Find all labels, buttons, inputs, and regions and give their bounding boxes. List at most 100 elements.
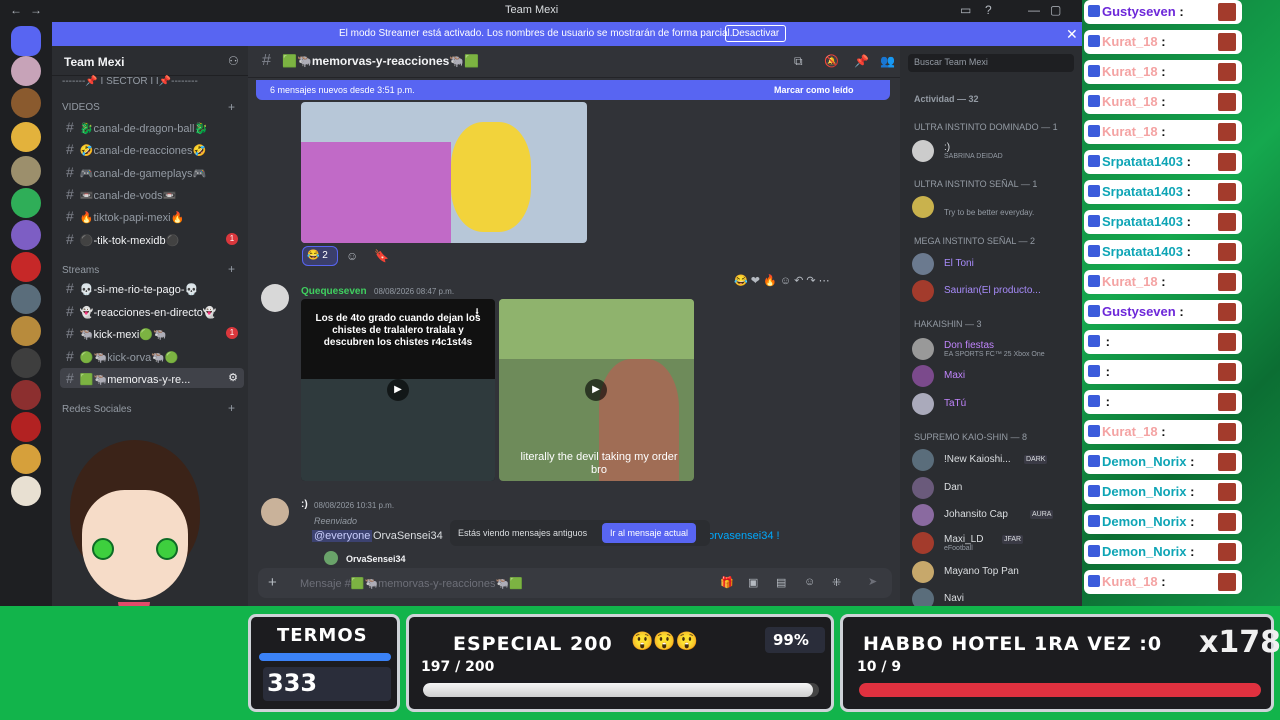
discord-home-icon[interactable]: [11, 26, 41, 56]
channel-vods[interactable]: # 📼canal-de-vods📼: [60, 184, 244, 204]
reply-icon[interactable]: ↶: [794, 275, 803, 287]
member-item[interactable]: !New Kaioshi... DARK: [912, 449, 1076, 471]
reaction-fire-icon[interactable]: 🔥: [763, 275, 777, 287]
stream-goals-bar: TERMOS 333 ESPECIAL 200 😲😲😲 99% 197 / 20…: [0, 606, 1280, 720]
member-item[interactable]: Navi: [912, 588, 1076, 606]
video-caption: Los de 4to grado cuando dejan los chiste…: [315, 313, 481, 348]
help-icon[interactable]: ?: [985, 3, 992, 17]
add-channel-icon[interactable]: +: [228, 401, 235, 415]
gift-icon[interactable]: 🎁: [720, 576, 734, 589]
channel-reacciones-directo[interactable]: # 👻-reacciones-en-directo👻: [60, 301, 244, 321]
reaction-laugh-icon[interactable]: 😂: [734, 275, 748, 287]
member-item[interactable]: Johansito Cap AURA: [912, 504, 1076, 526]
chat-username: Srpatata1403: [1102, 154, 1183, 169]
member-item[interactable]: :) SABRINA DEIDAD: [912, 140, 1076, 162]
channel-tiktok-papi[interactable]: # 🔥tiktok-papi-mexi🔥: [60, 206, 244, 226]
settings-gear-icon[interactable]: ⚙: [228, 368, 238, 388]
gif-icon[interactable]: ▣: [748, 576, 758, 589]
channel-kick-orva[interactable]: # 🟢🐃kick-orva🐃🟢: [60, 346, 244, 366]
reaction-chip[interactable]: 😂 2: [302, 246, 338, 266]
member-item[interactable]: TaTú: [912, 393, 1076, 415]
everyone-mention[interactable]: @everyone: [312, 530, 373, 542]
category-sector[interactable]: -------📌 I SECTOR I I📌--------: [62, 76, 198, 87]
member-item[interactable]: El Toni: [912, 253, 1076, 275]
chat-username: Kurat_18: [1102, 34, 1158, 49]
avatar[interactable]: [261, 284, 289, 312]
video-attachment[interactable]: Los de 4to grado cuando dejan los chiste…: [301, 299, 495, 481]
server-icon[interactable]: [11, 88, 41, 118]
back-arrow-icon[interactable]: ←: [10, 3, 22, 17]
message-composer[interactable]: + Mensaje #🟩🐃memorvas-y-reacciones🐃🟩 🎁 ▣…: [258, 568, 892, 598]
member-item[interactable]: Dan: [912, 477, 1076, 499]
sticker-icon[interactable]: ▤: [776, 576, 786, 589]
forward-arrow-icon[interactable]: →: [30, 3, 42, 17]
mark-read-button[interactable]: Marcar como leído: [774, 85, 854, 95]
reaction-heart-icon[interactable]: ❤: [751, 275, 760, 287]
channel-gameplays[interactable]: # 🎮canal-de-gameplays🎮: [60, 162, 244, 182]
member-item[interactable]: Maxi: [912, 365, 1076, 387]
apps-icon[interactable]: ⁜: [832, 576, 841, 589]
channel-dragon-ball[interactable]: # 🐉canal-de-dragon-ball🐉: [60, 117, 244, 137]
add-channel-icon[interactable]: +: [228, 100, 235, 114]
member-item[interactable]: Mayano Top Pan: [912, 561, 1076, 583]
server-icon[interactable]: [11, 122, 41, 152]
server-icon[interactable]: [11, 156, 41, 186]
play-icon[interactable]: ▶: [387, 379, 409, 401]
close-icon[interactable]: ✕: [1066, 26, 1078, 43]
download-icon[interactable]: ⭳: [475, 303, 479, 324]
more-icon[interactable]: ⋯: [819, 275, 830, 287]
channel-reacciones[interactable]: # 🤣canal-de-reacciones🤣: [60, 139, 244, 159]
emoji-icon[interactable]: ☺: [804, 576, 815, 588]
channel-memorvas-active[interactable]: # 🟩🐃memorvas-y-re... ⚙: [60, 368, 244, 388]
member-item[interactable]: Try to be better everyday.: [912, 196, 1076, 218]
add-reaction-icon[interactable]: ☺: [346, 249, 358, 263]
member-item[interactable]: Saurian(El producto...: [912, 280, 1076, 302]
category-streams[interactable]: Streams: [62, 265, 99, 276]
message-author[interactable]: Quequeseven: [301, 286, 367, 297]
add-member-icon[interactable]: ⚇: [228, 54, 239, 68]
activity-header[interactable]: Actividad — 32: [914, 94, 979, 104]
member-item[interactable]: Maxi_LD JFAR eFootball: [912, 532, 1076, 554]
avatar[interactable]: [261, 498, 289, 526]
new-messages-bar[interactable]: 6 mensajes nuevos desde 3:51 p.m. Marcar…: [256, 80, 890, 100]
message-link[interactable]: orvasensei34 !: [708, 530, 780, 542]
minimize-icon[interactable]: —: [1028, 3, 1040, 17]
bookmark-icon[interactable]: 🔖: [374, 249, 389, 263]
video-attachment[interactable]: ▶ literally the devil taking my order br…: [499, 299, 694, 481]
search-input[interactable]: Buscar Team Mexi: [908, 54, 1074, 72]
message-author[interactable]: :): [301, 499, 308, 510]
play-icon[interactable]: ▶: [585, 379, 607, 401]
forward-icon[interactable]: ↷: [806, 275, 815, 287]
inbox-icon[interactable]: ▭: [960, 3, 971, 17]
image-wall: [301, 142, 451, 243]
server-header[interactable]: Team Mexi ⚇: [52, 46, 248, 76]
server-icon[interactable]: [11, 56, 41, 86]
server-icon[interactable]: [11, 284, 41, 314]
badge-icon: [1088, 485, 1100, 497]
server-icon[interactable]: [11, 380, 41, 410]
server-icon[interactable]: [11, 188, 41, 218]
category-videos[interactable]: VIDEOS: [62, 102, 100, 113]
member-list-icon[interactable]: 👥: [880, 54, 895, 68]
server-icon[interactable]: [11, 252, 41, 282]
send-icon[interactable]: ➤: [868, 575, 877, 588]
member-item[interactable]: Don fiestas EA SPORTS FC™ 25 Xbox One: [912, 338, 1076, 360]
jump-to-present-button[interactable]: Ir al mensaje actual: [602, 523, 697, 543]
category-redes[interactable]: Redes Sociales: [62, 404, 131, 415]
maximize-icon[interactable]: ▢: [1050, 3, 1061, 17]
attach-plus-icon[interactable]: +: [268, 574, 277, 591]
server-icon[interactable]: [11, 348, 41, 378]
pin-icon[interactable]: 📌: [854, 54, 869, 68]
add-channel-icon[interactable]: +: [228, 262, 235, 276]
add-reaction-icon[interactable]: ☺: [780, 275, 791, 287]
threads-icon[interactable]: ⧉: [794, 54, 803, 69]
channel-si-me-rio[interactable]: # 💀-si-me-rio-te-pago-💀: [60, 278, 244, 298]
server-icon[interactable]: [11, 316, 41, 346]
channel-kick-mexi[interactable]: # 🐃kick-mexi🟢🐃 1: [60, 323, 244, 343]
deactivate-button[interactable]: Desactivar: [725, 25, 787, 42]
channel-tiktok-mexidb[interactable]: # ⚫-tik-tok-mexidb⚫ 1: [60, 229, 244, 249]
mute-icon[interactable]: 🔕: [824, 54, 839, 68]
embed-author[interactable]: OrvaSensei34: [346, 554, 406, 564]
server-icon[interactable]: [11, 220, 41, 250]
image-attachment[interactable]: [301, 102, 587, 243]
